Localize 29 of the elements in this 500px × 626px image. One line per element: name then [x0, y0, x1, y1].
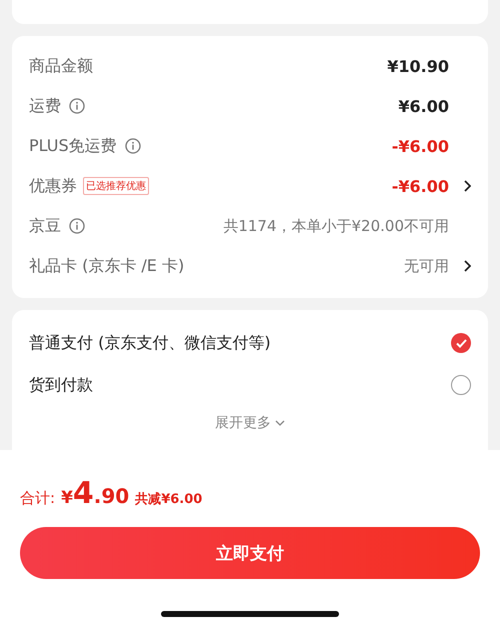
- radio-button[interactable]: [451, 375, 471, 395]
- cost-label: 优惠券: [29, 176, 77, 196]
- cost-value: -¥6.00: [392, 176, 449, 196]
- cost-value: ¥10.90: [387, 56, 449, 76]
- cost-label: 商品金额: [29, 56, 93, 76]
- cost-label: 运费: [29, 96, 61, 116]
- saving-amount: 共减¥6.00: [135, 491, 202, 508]
- info-icon[interactable]: [69, 98, 85, 114]
- chevron-right-icon[interactable]: [464, 260, 471, 272]
- info-icon[interactable]: [124, 138, 141, 154]
- total-label: 合计:: [20, 489, 56, 508]
- cost-label: PLUS免运费: [29, 136, 117, 156]
- pay-now-button[interactable]: 立即支付: [20, 527, 480, 579]
- chevron-right-icon[interactable]: [464, 180, 471, 192]
- checkmark-icon: [456, 338, 466, 348]
- expand-more-button[interactable]: 展开更多: [215, 406, 285, 440]
- cost-value: ¥6.00: [398, 96, 449, 116]
- payment-option-label[interactable]: 普通支付 (京东支付、微信支付等): [29, 332, 271, 354]
- promo-tag: 已选推荐优惠: [83, 177, 149, 195]
- total-price: ¥4.90: [61, 476, 130, 511]
- cost-value: 无可用: [404, 256, 449, 276]
- cost-label: 礼品卡 (京东卡 /E 卡): [29, 256, 184, 276]
- radio-button[interactable]: [451, 333, 471, 353]
- cost-value: 共1174，本单小于¥20.00不可用: [223, 216, 449, 236]
- cost-label: 京豆: [29, 216, 61, 236]
- payment-option-label[interactable]: 货到付款: [29, 374, 93, 396]
- chevron-down-icon: [275, 420, 285, 426]
- info-icon[interactable]: [69, 218, 85, 234]
- cost-value: -¥6.00: [392, 136, 449, 156]
